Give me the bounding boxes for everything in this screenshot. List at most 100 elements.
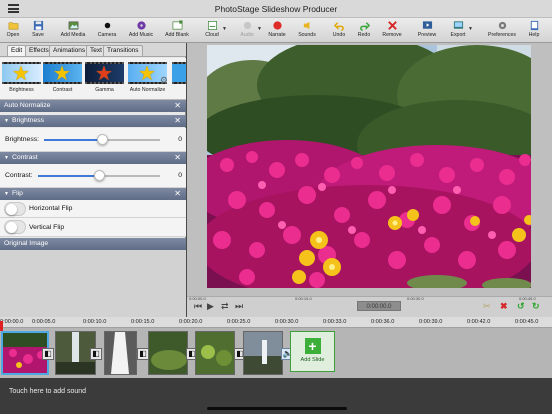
preview-icon [422,21,432,29]
export-button[interactable]: Export ▼ [440,20,476,38]
audio-icon [243,21,251,30]
edit-panel: Edit Effects Animations Text Transitions… [0,43,186,317]
effect-thumbnail: ★ [2,62,41,84]
clip-waterfall-2[interactable] [243,331,283,375]
app-title: PhotoStage Slideshow Producer [214,4,338,14]
record-icon [272,21,282,30]
contrast-slider[interactable] [38,170,160,181]
star-icon: ★ [95,63,113,84]
vertical-flip-toggle[interactable] [4,220,26,234]
sounds-icon [303,21,309,30]
preferences-button[interactable]: Preferences [484,20,520,38]
preview-area [187,43,552,296]
add-blank-button[interactable]: Add Blank [159,20,195,38]
help-icon [530,20,538,31]
auto-normalize-header[interactable]: Auto Normalize ✕ [0,100,186,112]
export-icon [453,21,463,29]
chevron-down-icon: ▼ [222,26,227,32]
add-music-button[interactable]: Add Music [123,20,159,38]
horizontal-flip-row: Horizontal Flip [0,200,186,218]
delete-icon[interactable]: ✖ [500,301,508,312]
timeline-track: ◧ ◧ ◧ ◧ ◧ 🔈 + Add Slide [0,328,552,378]
skip-forward-icon[interactable]: ⏭ [235,301,243,312]
add-media-icon [68,21,78,30]
play-icon[interactable]: ▶ [207,301,214,312]
contrast-header[interactable]: ▼ Contrast ✕ [0,152,186,164]
clip-thumbnail [105,332,136,374]
timeline-ruler[interactable]: 0:00:00.0 0:00:05.0 0:00:10.0 0:00:15.0 … [0,317,552,328]
effect-brightness[interactable]: ★ Brightness [1,62,42,97]
clip-cascade[interactable] [104,331,137,375]
star-icon: ★ [138,63,156,84]
flower-photo [207,45,531,288]
home-indicator [0,406,552,414]
effect-thumbnail: ★ [85,62,124,84]
star-icon: ★ [53,63,71,84]
redo-icon [359,22,370,31]
tab-animations[interactable]: Animations [49,45,90,56]
playhead[interactable] [0,321,3,331]
effect-thumbnail [172,62,186,84]
cloud-icon [207,21,217,30]
triangle-down-icon: ▼ [4,118,9,124]
effect-contrast[interactable]: ★ Contrast [42,62,83,97]
sounds-button[interactable]: Sounds [289,20,325,38]
loop-icon[interactable]: ⇄ [221,301,229,312]
rotate-left-icon[interactable]: ↺ [517,301,525,312]
slider-knob[interactable] [94,170,105,181]
transition-icon[interactable]: ◧ [90,348,102,360]
clip-thumbnail [149,332,187,374]
original-image-header[interactable]: Original Image [0,238,186,250]
close-icon[interactable]: ✕ [174,188,181,200]
folder-icon [8,22,18,30]
close-icon[interactable]: ✕ [174,152,181,164]
slider-knob[interactable] [97,134,108,145]
contrast-row: Contrast: 0 [0,164,186,188]
add-media-button[interactable]: Add Media [55,20,91,38]
effect-auto-normalize[interactable]: ★ ⚙ Auto Normalize [127,62,168,97]
triangle-down-icon: ▼ [4,191,9,197]
horizontal-flip-toggle[interactable] [4,202,26,216]
music-icon [136,21,146,30]
clip-plants[interactable] [148,331,188,375]
audio-track[interactable]: Touch here to add sound [0,378,552,406]
rotate-right-icon[interactable]: ↻ [532,301,540,312]
effect-gamma[interactable]: ★ Gamma [84,62,125,97]
save-button[interactable]: Save [20,20,56,38]
playback-controls: 0:00:00.0 0:00:15.0 0:00:30.0 0:00:45.0 … [187,296,552,317]
main-toolbar: Open Save Add Media Camera Add Music Add… [0,18,552,43]
transition-icon[interactable]: ◧ [42,348,54,360]
flip-header[interactable]: ▼ Flip ✕ [0,188,186,200]
preferences-icon [498,21,506,30]
slider-track [99,175,160,177]
preview-image[interactable] [207,45,531,288]
remove-button[interactable]: Remove [374,20,410,38]
plus-icon: + [304,338,321,354]
close-icon[interactable]: ✕ [174,115,181,127]
camera-button[interactable]: Camera [89,20,125,38]
vertical-flip-row: Vertical Flip [0,218,186,237]
add-slide-button[interactable]: + Add Slide [290,331,335,372]
slider-track [102,139,160,141]
cloud-button[interactable]: Cloud ▼ [194,20,230,38]
skip-back-icon[interactable]: ⏮ [194,301,202,312]
brightness-header[interactable]: ▼ Brightness ✕ [0,115,186,127]
undo-icon [333,22,344,31]
preview-time-display: 0:00:00.0 [357,301,401,311]
tab-transitions[interactable]: Transitions [103,45,143,56]
clip-garden[interactable] [195,331,235,375]
help-button[interactable]: Help [516,20,552,38]
camera-icon [104,22,110,29]
effect-next[interactable] [171,62,186,97]
tab-bar: Edit Effects Animations Text Transitions [0,43,186,57]
tools-icon[interactable]: ✂ [483,301,491,312]
tab-edit[interactable]: Edit [7,45,27,56]
clip-thumbnail [244,332,282,374]
triangle-down-icon: ▼ [4,155,9,161]
toggle-knob [6,222,17,233]
effects-strip: ★ Brightness ★ Contrast ★ Gamma ★ ⚙ Auto… [0,58,186,100]
title-bar: PhotoStage Slideshow Producer [0,0,552,18]
close-icon[interactable]: ✕ [174,100,181,112]
brightness-slider[interactable] [44,134,160,145]
floppy-icon [33,20,43,31]
